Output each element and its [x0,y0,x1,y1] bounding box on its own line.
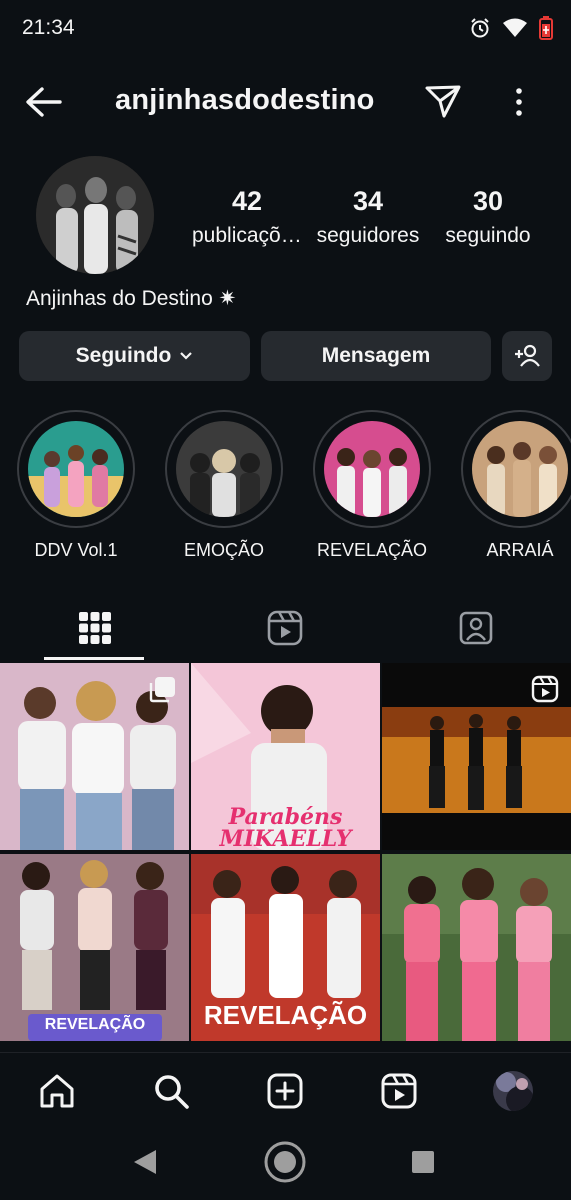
bottom-navigation [0,1052,571,1128]
nav-create[interactable] [263,1069,307,1113]
nav-home[interactable] [35,1069,79,1113]
profile-display-name: Anjinhas do Destino ✷ [26,287,237,310]
chevron-down-icon [180,352,193,360]
grid-icon [79,612,111,644]
battery-icon [539,16,553,45]
profile-avatar [493,1071,533,1111]
square-recents-icon [412,1151,434,1173]
post-caption: REVELAÇÃO [44,1016,146,1033]
reels-icon [267,610,303,646]
highlight-cover [176,421,272,517]
back-arrow-icon [26,87,62,117]
following-label: Seguindo [75,344,172,367]
more-vertical-icon [516,88,522,116]
stat-following[interactable]: 30 seguindo [426,186,550,248]
post-thumbnail[interactable] [382,854,571,1041]
post-thumbnail[interactable] [382,663,571,850]
post-thumbnail[interactable]: REVELAÇÃO [191,854,380,1041]
post-caption: Parabéns MIKAELLY [219,806,352,850]
nav-search[interactable] [149,1069,193,1113]
highlight-ring [313,410,431,528]
search-icon [155,1075,189,1109]
post-thumbnail[interactable]: REVELAÇÃO [0,854,189,1041]
reels-icon [381,1073,417,1109]
stat-posts[interactable]: 42 publicações [185,186,309,248]
stat-followers-count: 34 [352,186,384,216]
suggested-users-button[interactable] [502,331,552,381]
system-back-button[interactable] [132,1148,158,1181]
highlight-ring [461,410,571,528]
nav-reels[interactable] [377,1069,421,1113]
highlight-ring [165,410,283,528]
send-icon [425,85,461,118]
nav-profile[interactable] [491,1069,535,1113]
alarm-icon [469,17,491,44]
tab-tagged[interactable] [381,595,571,661]
highlight-cover [28,421,124,517]
status-time: 21:34 [22,16,75,39]
triangle-back-icon [134,1150,156,1174]
tab-posts-grid[interactable] [0,595,190,661]
profile-username: anjinhasdodestino [115,84,375,116]
tagged-icon [459,611,493,645]
highlight-label: REVELAÇÃO [316,540,428,560]
profile-tabs [0,595,571,661]
profile-header: anjinhasdodestino [0,70,571,134]
highlight-item[interactable]: ARRAIÁ [460,410,571,561]
stat-following-count: 30 [472,186,504,216]
status-bar: 21:34 [0,0,571,60]
stat-posts-label: publicações [192,224,302,247]
stat-posts-count: 42 [231,186,263,216]
circle-home-icon [264,1141,306,1183]
highlight-item[interactable]: EMOÇÃO [164,410,284,561]
message-button[interactable]: Mensagem [261,331,491,381]
reel-badge-icon [531,675,559,708]
system-home-button[interactable] [263,1140,307,1189]
home-icon [40,1074,74,1108]
highlight-label: ARRAIÁ [486,540,554,560]
system-navigation-bar [0,1128,571,1200]
stat-followers[interactable]: 34 seguidores [306,186,430,248]
stat-followers-label: seguidores [316,224,420,247]
profile-avatar[interactable] [36,156,154,274]
highlight-cover [324,421,420,517]
highlight-item[interactable]: DDV Vol.1 [16,410,136,561]
wifi-icon [503,18,527,43]
create-icon [267,1073,303,1109]
add-person-icon [515,344,540,367]
highlight-label: DDV Vol.1 [34,540,118,560]
highlight-cover [472,421,568,517]
highlight-ring [17,410,135,528]
post-thumbnail[interactable]: Parabéns MIKAELLY [191,663,380,850]
active-tab-indicator [44,657,144,660]
post-thumbnail[interactable] [0,663,189,850]
system-recents-button[interactable] [411,1150,435,1179]
tab-reels[interactable] [190,595,380,661]
highlight-label: EMOÇÃO [183,540,264,560]
following-button[interactable]: Seguindo [19,331,250,381]
carousel-icon [149,675,177,708]
post-caption: REVELAÇÃO [203,1000,368,1030]
highlight-item[interactable]: REVELAÇÃO [312,410,432,561]
back-button[interactable] [24,84,64,120]
status-icons [469,16,553,45]
more-options-button[interactable] [508,84,530,120]
stat-following-label: seguindo [445,224,531,247]
message-label: Mensagem [321,344,431,367]
send-message-button[interactable] [424,82,462,120]
